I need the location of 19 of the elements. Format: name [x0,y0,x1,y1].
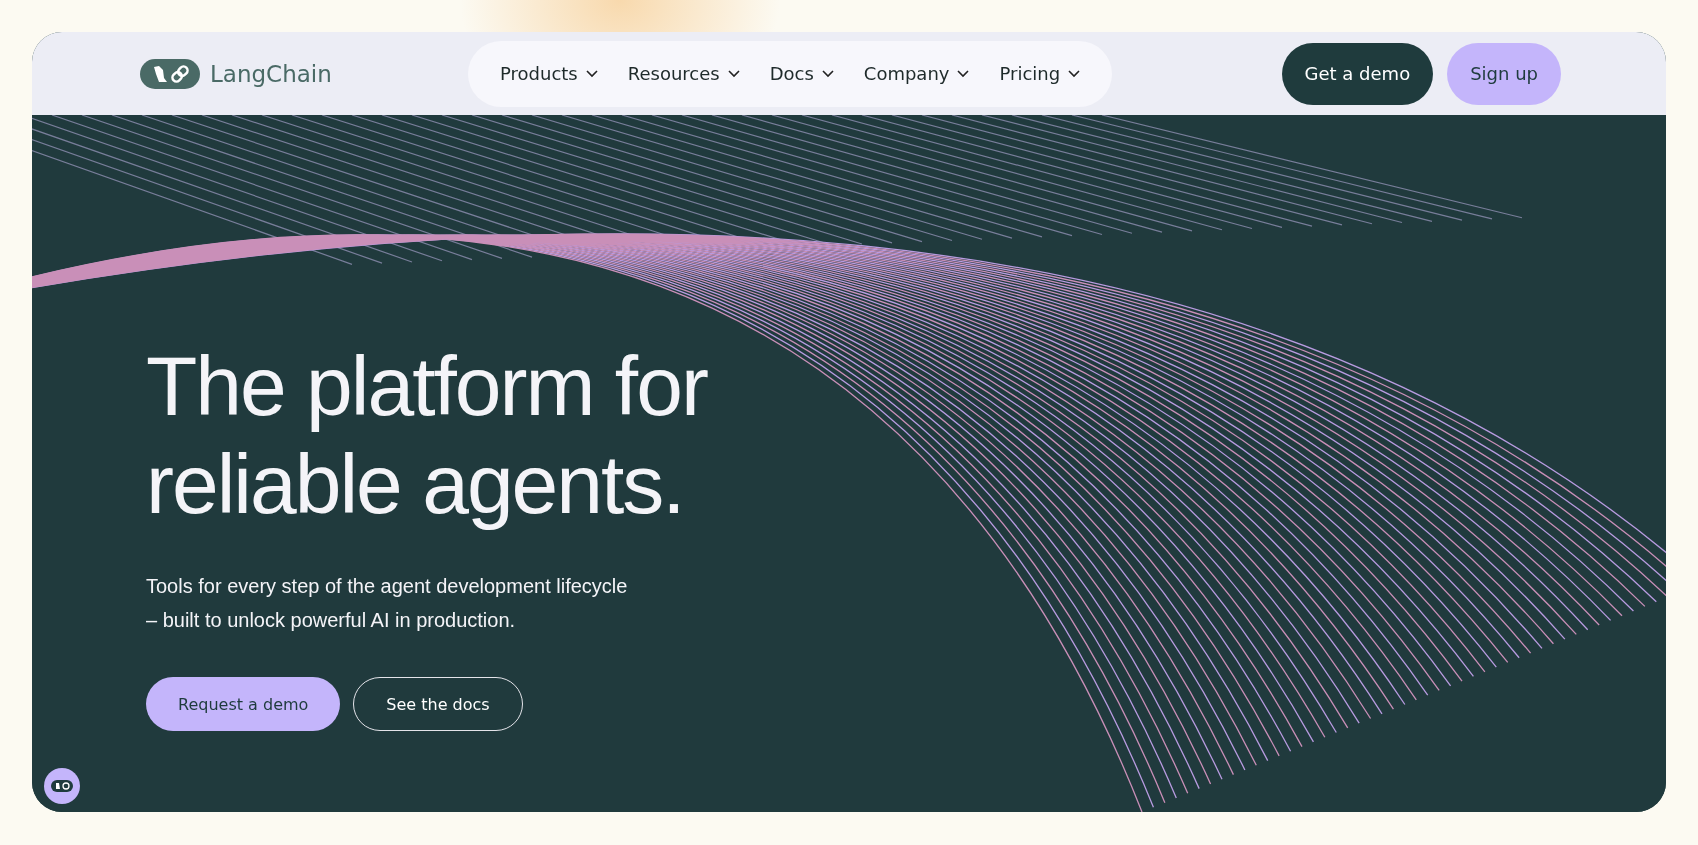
hero-subtitle: Tools for every step of the agent development lifecycle – built to unlock powerful AI in production. [146,574,629,633]
request-demo-button[interactable]: Request a demo [146,677,341,731]
parrot-chain-icon [51,780,73,792]
chevron-down-icon [585,69,598,78]
parrot-chain-logo-icon[interactable] [140,58,200,89]
chevron-down-icon [1068,69,1081,78]
chat-widget-button[interactable] [44,768,80,804]
nav-menu-link[interactable]: Docs [769,63,834,84]
brand-name[interactable]: LangChain [210,60,332,87]
get-demo-button[interactable]: Get a demo [1281,42,1434,105]
chevron-down-icon [957,69,970,78]
chevron-down-icon [727,69,740,78]
nav-menu-link[interactable]: Company [863,63,970,84]
nav-menu-link[interactable]: Resources [627,63,740,84]
hero-headline: The platform for reliable agents. [146,338,709,533]
nav-menu-link[interactable]: Products [500,63,598,84]
nav-menu-link[interactable]: Pricing [999,63,1081,84]
sign-up-button[interactable]: Sign up [1447,42,1561,105]
chevron-down-icon [821,69,834,78]
